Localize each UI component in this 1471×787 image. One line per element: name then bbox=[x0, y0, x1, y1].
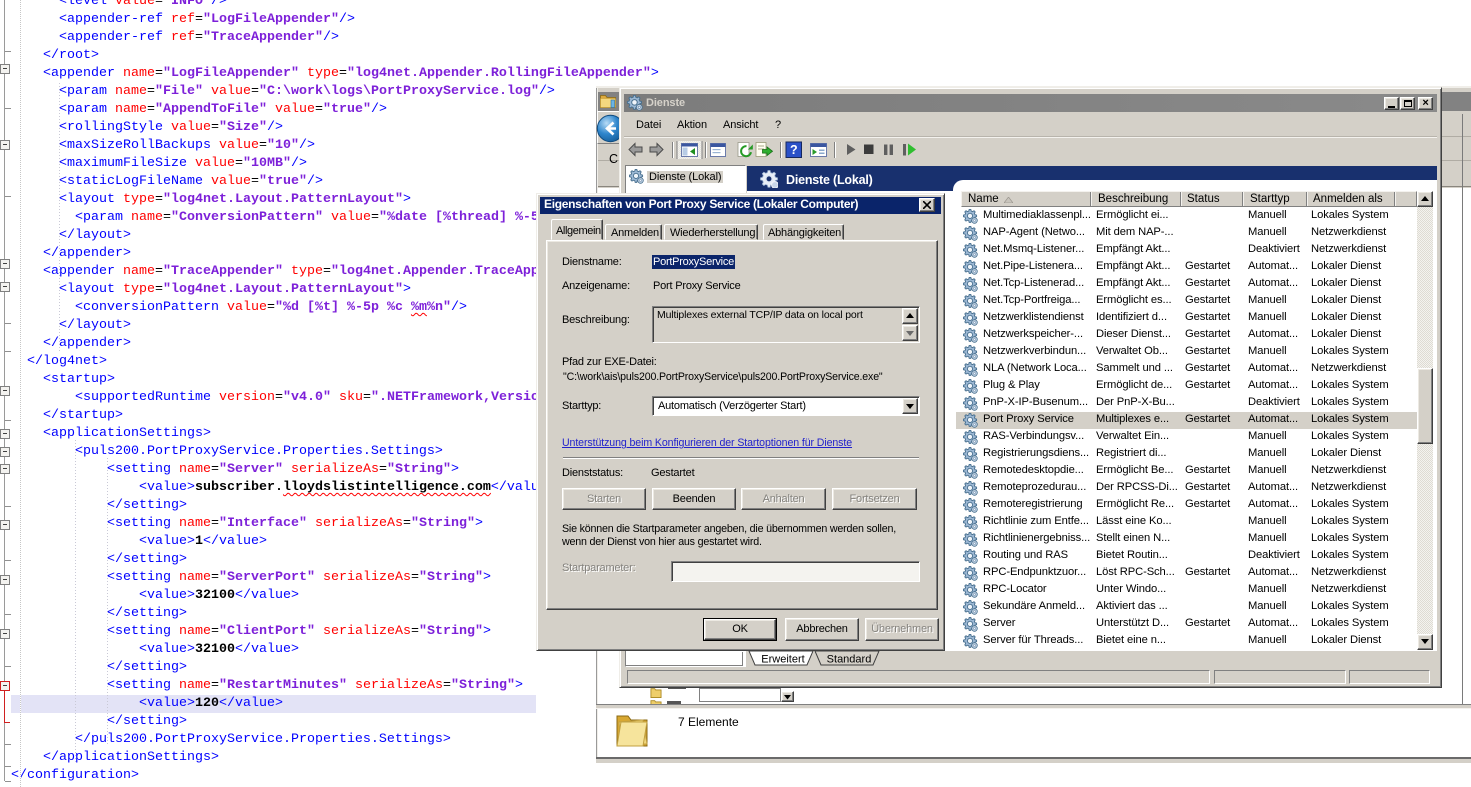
svg-text:Standard: Standard bbox=[827, 654, 872, 666]
svg-text:Erweitert: Erweitert bbox=[761, 654, 804, 666]
svg-text:?: ? bbox=[790, 143, 798, 157]
